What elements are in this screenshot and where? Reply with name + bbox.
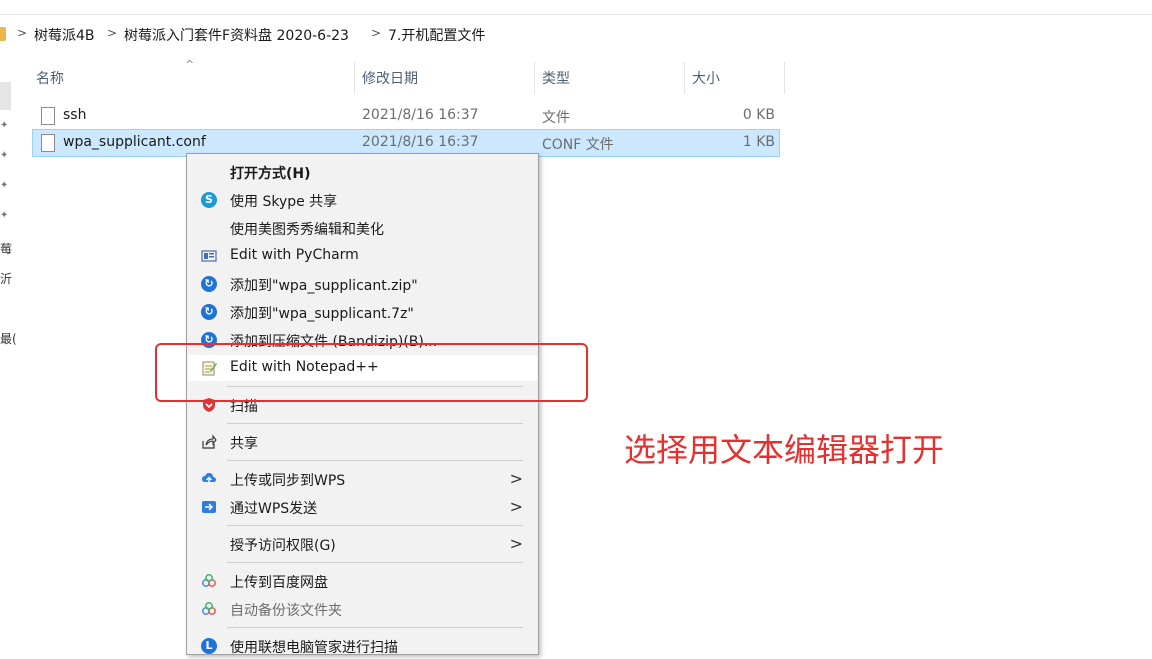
- context-menu: 打开方式(H) S 使用 Skype 共享 使用美图秀秀编辑和美化 Edit w…: [186, 153, 539, 656]
- submenu-arrow-icon: >: [509, 469, 523, 488]
- menu-item-auto-backup[interactable]: 自动备份该文件夹: [188, 596, 537, 622]
- pin-icon: ✦: [0, 180, 9, 191]
- menu-item-meitu-edit[interactable]: 使用美图秀秀编辑和美化: [188, 215, 537, 241]
- file-type: 文件: [542, 110, 570, 126]
- baidu-icon: [201, 601, 217, 617]
- menu-separator: [227, 627, 523, 628]
- menu-item-edit-pycharm[interactable]: Edit with PyCharm: [188, 243, 537, 269]
- file-name: ssh: [63, 107, 87, 123]
- breadcrumb-item[interactable]: 树莓派入门套件F资料盘 2020-6-23: [124, 25, 349, 45]
- menu-separator: [227, 562, 523, 563]
- menu-separator: [227, 423, 523, 424]
- sort-ascending-icon: ^: [185, 58, 195, 71]
- file-date: 2021/8/16 16:37: [362, 134, 479, 150]
- column-header-date[interactable]: 修改日期: [362, 68, 418, 88]
- column-header-type[interactable]: 类型: [542, 68, 570, 88]
- menu-item-wps-upload[interactable]: 上传或同步到WPS >: [188, 466, 537, 492]
- highlight-box: [155, 343, 588, 402]
- pin-icon: ✦: [0, 120, 9, 131]
- menu-item-label: 添加到"wpa_supplicant.7z": [230, 306, 414, 322]
- column-header-name[interactable]: 名称: [36, 68, 64, 88]
- lenovo-icon: L: [201, 638, 217, 654]
- file-type: CONF 文件: [542, 137, 614, 153]
- nav-item[interactable]: 莓: [0, 240, 12, 257]
- menu-item-label: Edit with PyCharm: [230, 247, 359, 263]
- menu-item-label: 打开方式(H): [230, 166, 311, 182]
- wps-upload-icon: [201, 471, 217, 487]
- column-divider[interactable]: [684, 62, 685, 94]
- window-top-strip: [0, 0, 1152, 15]
- menu-item-label: 使用美图秀秀编辑和美化: [230, 222, 384, 238]
- file-icon: [41, 107, 55, 125]
- address-bar[interactable]: > 树莓派4B > 树莓派入门套件F资料盘 2020-6-23 > 7.开机配置…: [0, 17, 1152, 53]
- menu-item-label: 通过WPS发送: [230, 501, 318, 517]
- chevron-right-icon[interactable]: >: [107, 26, 117, 40]
- pycharm-icon: [201, 248, 217, 264]
- menu-item-label: 使用 Skype 共享: [230, 194, 338, 210]
- file-size: 0 KB: [742, 107, 775, 123]
- chevron-right-icon[interactable]: >: [17, 26, 27, 40]
- menu-item-grant-access[interactable]: 授予访问权限(G) >: [188, 531, 537, 557]
- menu-item-lenovo-scan[interactable]: L 使用联想电脑管家进行扫描: [188, 633, 537, 659]
- bandizip-icon: ↻: [201, 276, 217, 292]
- menu-item-add-7z[interactable]: ↻ 添加到"wpa_supplicant.7z": [188, 299, 537, 325]
- submenu-arrow-icon: >: [509, 534, 523, 553]
- nav-item[interactable]: 最(: [0, 330, 17, 347]
- nav-pane-selected[interactable]: [0, 82, 11, 110]
- menu-item-wps-send[interactable]: 通过WPS发送 >: [188, 494, 537, 520]
- menu-item-label: 自动备份该文件夹: [230, 603, 342, 619]
- menu-item-label: 授予访问权限(G): [230, 538, 336, 554]
- menu-item-label: 上传到百度网盘: [230, 575, 328, 591]
- file-date: 2021/8/16 16:37: [362, 107, 479, 123]
- pin-icon: ✦: [0, 150, 9, 161]
- pin-icon: ✦: [0, 210, 9, 221]
- menu-item-baidu-upload[interactable]: 上传到百度网盘: [188, 568, 537, 594]
- menu-item-add-zip[interactable]: ↻ 添加到"wpa_supplicant.zip": [188, 271, 537, 297]
- file-size: 1 KB: [742, 134, 775, 150]
- menu-item-label: 使用联想电脑管家进行扫描: [230, 640, 398, 656]
- annotation-text: 选择用文本编辑器打开: [624, 431, 945, 469]
- baidu-icon: [201, 573, 217, 589]
- menu-item-skype-share[interactable]: S 使用 Skype 共享: [188, 187, 537, 213]
- bandizip-icon: ↻: [201, 304, 217, 320]
- column-header-size[interactable]: 大小: [692, 68, 720, 88]
- breadcrumb-item[interactable]: 7.开机配置文件: [388, 25, 485, 45]
- nav-item[interactable]: 沂: [0, 270, 12, 287]
- share-icon: [201, 434, 217, 450]
- menu-item-label: 共享: [230, 436, 258, 452]
- breadcrumb-item[interactable]: 树莓派4B: [34, 25, 95, 45]
- file-row[interactable]: ssh 2021/8/16 16:37 文件 0 KB: [33, 103, 779, 129]
- file-icon: [41, 134, 55, 152]
- chevron-right-icon[interactable]: >: [371, 26, 381, 40]
- column-divider[interactable]: [534, 62, 535, 94]
- column-divider[interactable]: [784, 62, 785, 94]
- file-name: wpa_supplicant.conf: [63, 134, 206, 150]
- menu-item-open-with[interactable]: 打开方式(H): [188, 159, 537, 185]
- menu-separator: [227, 525, 523, 526]
- menu-item-label: 上传或同步到WPS: [230, 473, 346, 489]
- skype-icon: S: [201, 192, 217, 208]
- folder-icon: [0, 27, 6, 41]
- submenu-arrow-icon: >: [509, 497, 523, 516]
- menu-item-label: 添加到"wpa_supplicant.zip": [230, 278, 418, 294]
- column-divider[interactable]: [354, 62, 355, 94]
- menu-item-share[interactable]: 共享: [188, 429, 537, 455]
- wps-send-icon: [201, 499, 217, 515]
- menu-separator: [227, 460, 523, 461]
